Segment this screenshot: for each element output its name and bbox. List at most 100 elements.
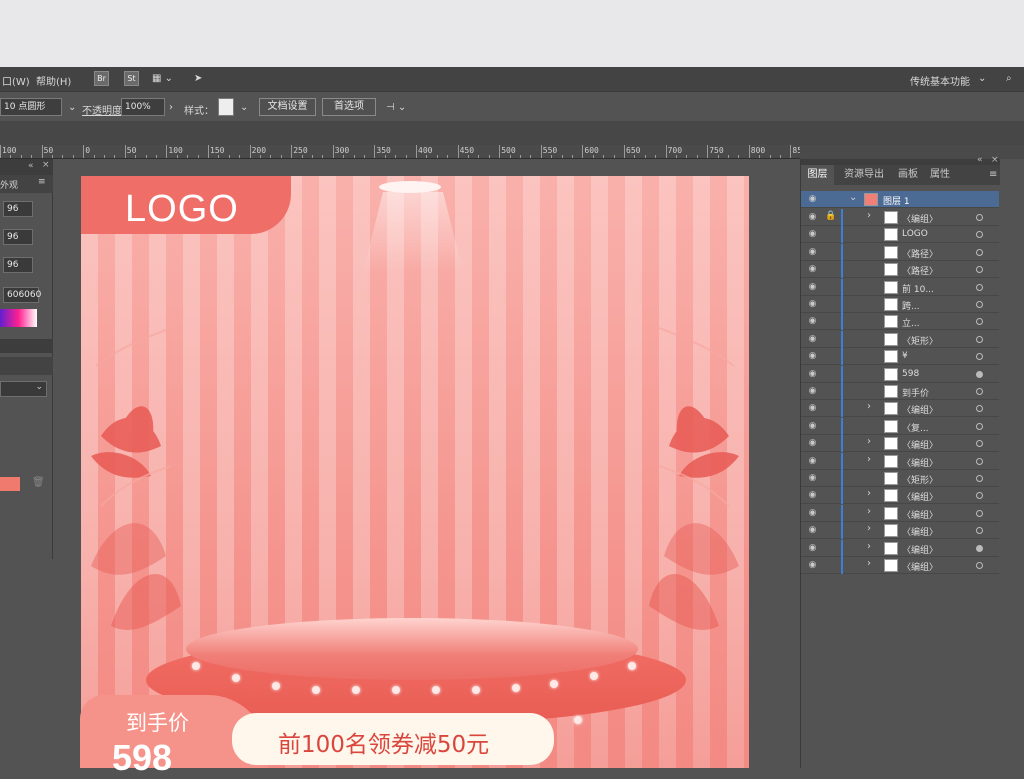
layer-row[interactable]: ◉ › 〈编组〉	[801, 504, 999, 522]
dropdown[interactable]: ⌄	[0, 381, 47, 397]
chevron-right-icon[interactable]: ›	[867, 558, 871, 569]
style-swatch[interactable]	[218, 98, 234, 116]
layer-row[interactable]: ◉ 〈路径〉	[801, 243, 999, 261]
target-icon[interactable]	[976, 231, 983, 239]
collapse-icon[interactable]: «	[977, 155, 983, 165]
tab-asset-export[interactable]: 资源导出	[837, 165, 891, 185]
color-swatch[interactable]	[0, 477, 20, 491]
layer-row[interactable]: ◉ ¥	[801, 348, 999, 366]
chevron-right-icon[interactable]: ›	[867, 541, 871, 552]
eye-icon[interactable]: ◉	[807, 282, 818, 293]
panel-tab[interactable]: 外观 ≡	[0, 175, 53, 193]
channel-field-3[interactable]: 96	[3, 257, 33, 273]
channel-field-2[interactable]: 96	[3, 229, 33, 245]
layer-row[interactable]: ◉ 🔒 › 〈编组〉	[801, 209, 999, 226]
layer-row[interactable]: ◉ › 〈编组〉	[801, 522, 999, 540]
close-icon[interactable]: ×	[42, 160, 50, 170]
eye-icon[interactable]: ◉	[807, 316, 818, 327]
target-icon[interactable]	[976, 318, 983, 326]
layer-row[interactable]: ◉ 前 10...	[801, 278, 999, 296]
arrange-documents-icon[interactable]: ▦ ⌄	[152, 73, 173, 84]
layer-row[interactable]: ◉ 〈矩形〉	[801, 330, 999, 348]
brush-stroke-select[interactable]: 10 点圆形	[0, 98, 62, 116]
eye-icon[interactable]: ◉	[807, 456, 818, 467]
chevron-right-icon[interactable]: ›	[867, 488, 871, 499]
target-icon[interactable]	[976, 440, 983, 448]
target-icon[interactable]	[976, 422, 983, 430]
search-icon[interactable]: ⌕	[1006, 73, 1012, 84]
target-icon[interactable]	[976, 509, 983, 517]
layer-row[interactable]: ◉ 到手价	[801, 383, 999, 400]
layer-row[interactable]: ◉ › 〈编组〉	[801, 435, 999, 453]
target-icon[interactable]	[976, 405, 983, 413]
target-icon[interactable]	[976, 527, 983, 535]
trash-icon[interactable]: 🗑	[32, 477, 45, 488]
chevron-right-icon[interactable]: ›	[867, 523, 871, 534]
lock-icon[interactable]: 🔒	[825, 211, 836, 221]
layer-row-top[interactable]: ◉ ⌄ 图层 1	[801, 191, 999, 208]
stock-button[interactable]: St	[124, 71, 139, 86]
layer-row[interactable]: ◉ 跨...	[801, 296, 999, 313]
target-icon[interactable]	[976, 301, 983, 308]
eye-icon[interactable]: ◉	[807, 403, 818, 414]
layer-row[interactable]: ◉ › 〈编组〉	[801, 557, 999, 574]
eye-icon[interactable]: ◉	[807, 386, 818, 397]
chevron-right-icon[interactable]: ›	[867, 401, 871, 412]
tab-layers[interactable]: 图层	[801, 165, 834, 185]
eye-icon[interactable]: ◉	[807, 543, 818, 554]
target-icon[interactable]	[976, 266, 983, 274]
collapse-icon[interactable]: «	[28, 161, 34, 171]
layer-row[interactable]: ◉ › 〈编组〉	[801, 400, 999, 418]
eye-icon[interactable]: ◉	[807, 473, 818, 484]
layer-row[interactable]: ◉ 〈路径〉	[801, 261, 999, 279]
layer-row[interactable]: ◉ › 〈编组〉	[801, 487, 999, 505]
menu-window[interactable]: 口(W)	[2, 73, 30, 88]
hex-field[interactable]: 606060	[3, 287, 41, 303]
target-icon[interactable]	[976, 335, 983, 343]
menu-icon[interactable]: ≡	[38, 177, 46, 187]
eye-icon[interactable]: ◉	[807, 525, 818, 536]
layer-row[interactable]: ◉ LOGO	[801, 226, 999, 244]
eye-icon[interactable]: ◉	[807, 351, 818, 362]
eye-icon[interactable]: ◉	[807, 194, 818, 205]
target-icon[interactable]	[976, 492, 983, 500]
eye-icon[interactable]: ◉	[807, 299, 818, 310]
target-icon[interactable]	[976, 475, 983, 482]
layer-row[interactable]: ◉ 〈矩形〉	[801, 470, 999, 487]
gpu-rocket-icon[interactable]: ➤	[194, 73, 202, 84]
eye-icon[interactable]: ◉	[807, 438, 818, 449]
channel-field-1[interactable]: 96	[3, 201, 33, 217]
chevron-down-icon[interactable]: ⌄	[978, 73, 986, 84]
tab-artboards[interactable]: 画板	[893, 165, 923, 185]
chevron-down-icon[interactable]: ⌄	[240, 102, 248, 113]
chevron-right-icon[interactable]: ›	[867, 210, 871, 221]
chevron-right-icon[interactable]: ›	[867, 506, 871, 517]
eye-icon[interactable]: ◉	[807, 490, 818, 501]
target-icon[interactable]	[976, 370, 983, 378]
layer-row[interactable]: ◉ › 〈编组〉	[801, 539, 999, 557]
menu-help[interactable]: 帮助(H)	[36, 73, 71, 88]
eye-icon[interactable]: ◉	[807, 264, 818, 275]
eye-icon[interactable]: ◉	[807, 247, 818, 258]
target-icon[interactable]	[976, 544, 983, 552]
target-icon[interactable]	[976, 353, 983, 361]
layer-row[interactable]: ◉ 598	[801, 365, 999, 383]
chevron-right-icon[interactable]: ›	[867, 436, 871, 447]
close-icon[interactable]: ×	[991, 155, 999, 165]
eye-icon[interactable]: ◉	[807, 369, 818, 380]
chevron-down-icon[interactable]: ⌄	[849, 192, 857, 203]
panel-tab-2[interactable]	[0, 357, 53, 375]
eye-icon[interactable]: ◉	[807, 334, 818, 345]
layer-row[interactable]: ◉ 立...	[801, 313, 999, 331]
chevron-down-icon[interactable]: ⌄	[68, 102, 76, 113]
eye-icon[interactable]: ◉	[807, 508, 818, 519]
arrange-icon[interactable]: ⊣ ⌄	[386, 102, 406, 113]
preferences-button[interactable]: 首选项	[322, 98, 376, 116]
layer-row[interactable]: ◉ › 〈编组〉	[801, 452, 999, 470]
target-icon[interactable]	[976, 457, 983, 465]
target-icon[interactable]	[976, 283, 983, 291]
bridge-button[interactable]: Br	[94, 71, 109, 86]
workspace-switcher[interactable]: 传统基本功能	[910, 73, 970, 88]
target-icon[interactable]	[976, 562, 983, 569]
eye-icon[interactable]: ◉	[807, 212, 818, 223]
